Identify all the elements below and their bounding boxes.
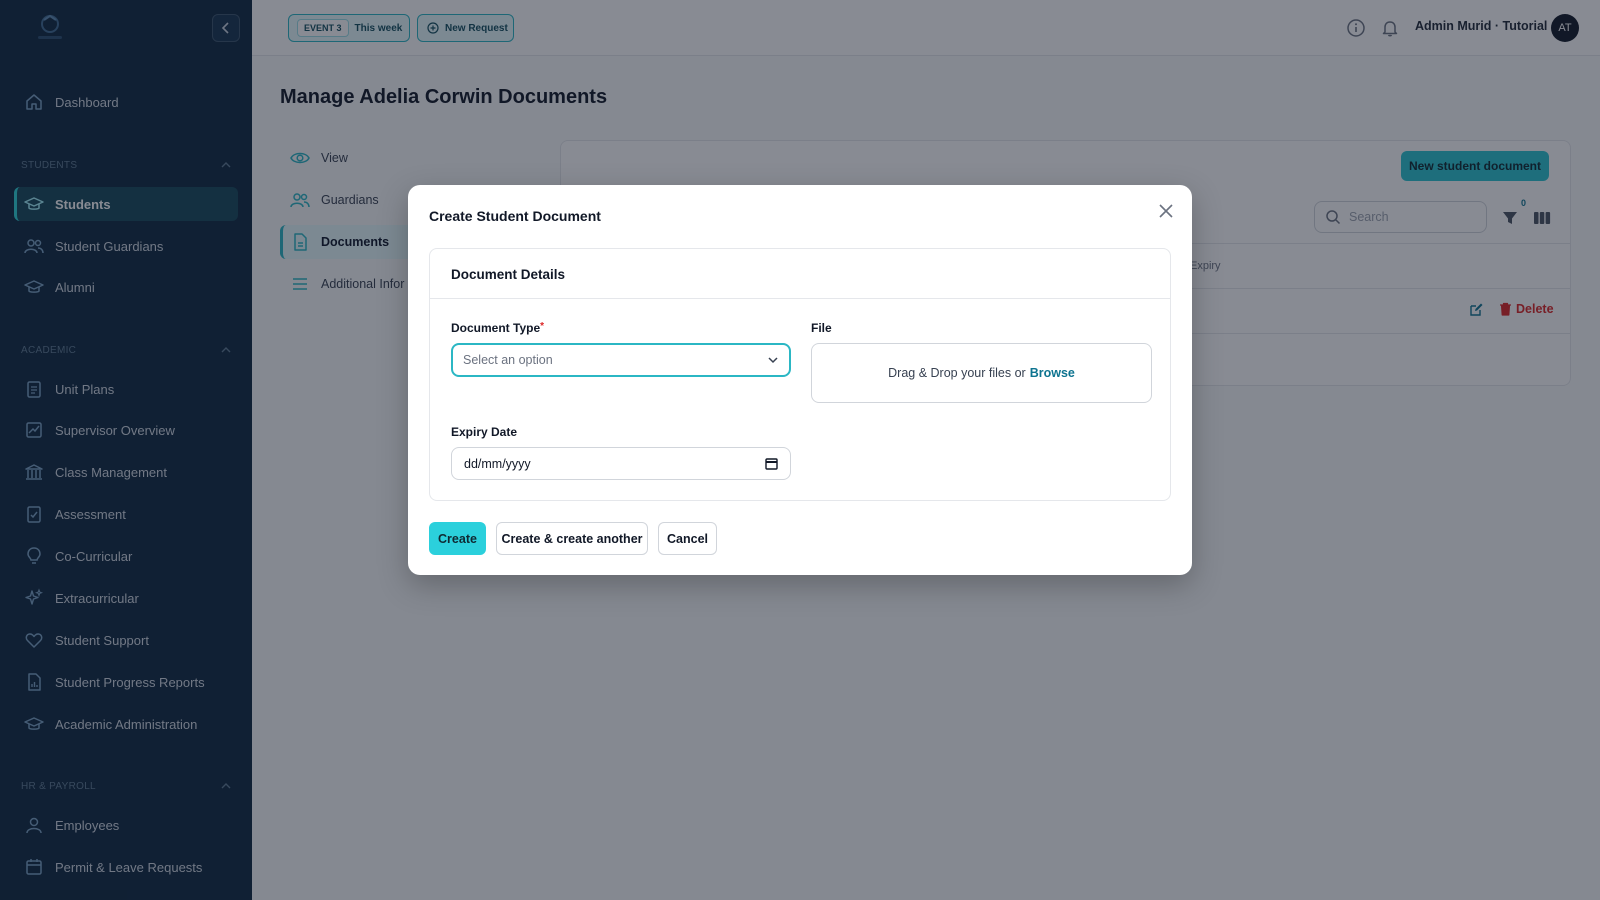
cancel-button[interactable]: Cancel <box>658 522 717 555</box>
expiry-date-label: Expiry Date <box>451 425 518 439</box>
file-label: File <box>811 321 832 335</box>
section-title: Document Details <box>451 267 566 282</box>
date-placeholder: dd/mm/yyyy <box>464 456 531 471</box>
document-type-select[interactable]: Select an option <box>451 343 791 377</box>
close-icon[interactable] <box>1156 201 1176 221</box>
create-another-button[interactable]: Create & create another <box>496 522 648 555</box>
required-asterisk: * <box>540 321 545 332</box>
select-placeholder: Select an option <box>463 353 553 367</box>
chevron-down-icon <box>768 357 778 364</box>
calendar-icon[interactable] <box>765 457 778 470</box>
file-dropzone[interactable]: Drag & Drop your files or Browse <box>811 343 1152 403</box>
create-button[interactable]: Create <box>429 522 486 555</box>
dropzone-text: Drag & Drop your files or <box>888 366 1026 380</box>
modal-title: Create Student Document <box>429 208 601 224</box>
section-divider <box>430 298 1170 299</box>
document-type-label-text: Document Type <box>451 321 541 335</box>
create-student-document-modal: Create Student Document Document Details… <box>408 185 1192 575</box>
document-type-label: Document Type* <box>451 321 544 335</box>
browse-link[interactable]: Browse <box>1030 366 1075 380</box>
document-details-section: Document Details Document Type* Select a… <box>429 248 1171 501</box>
expiry-date-input[interactable]: dd/mm/yyyy <box>451 447 791 480</box>
